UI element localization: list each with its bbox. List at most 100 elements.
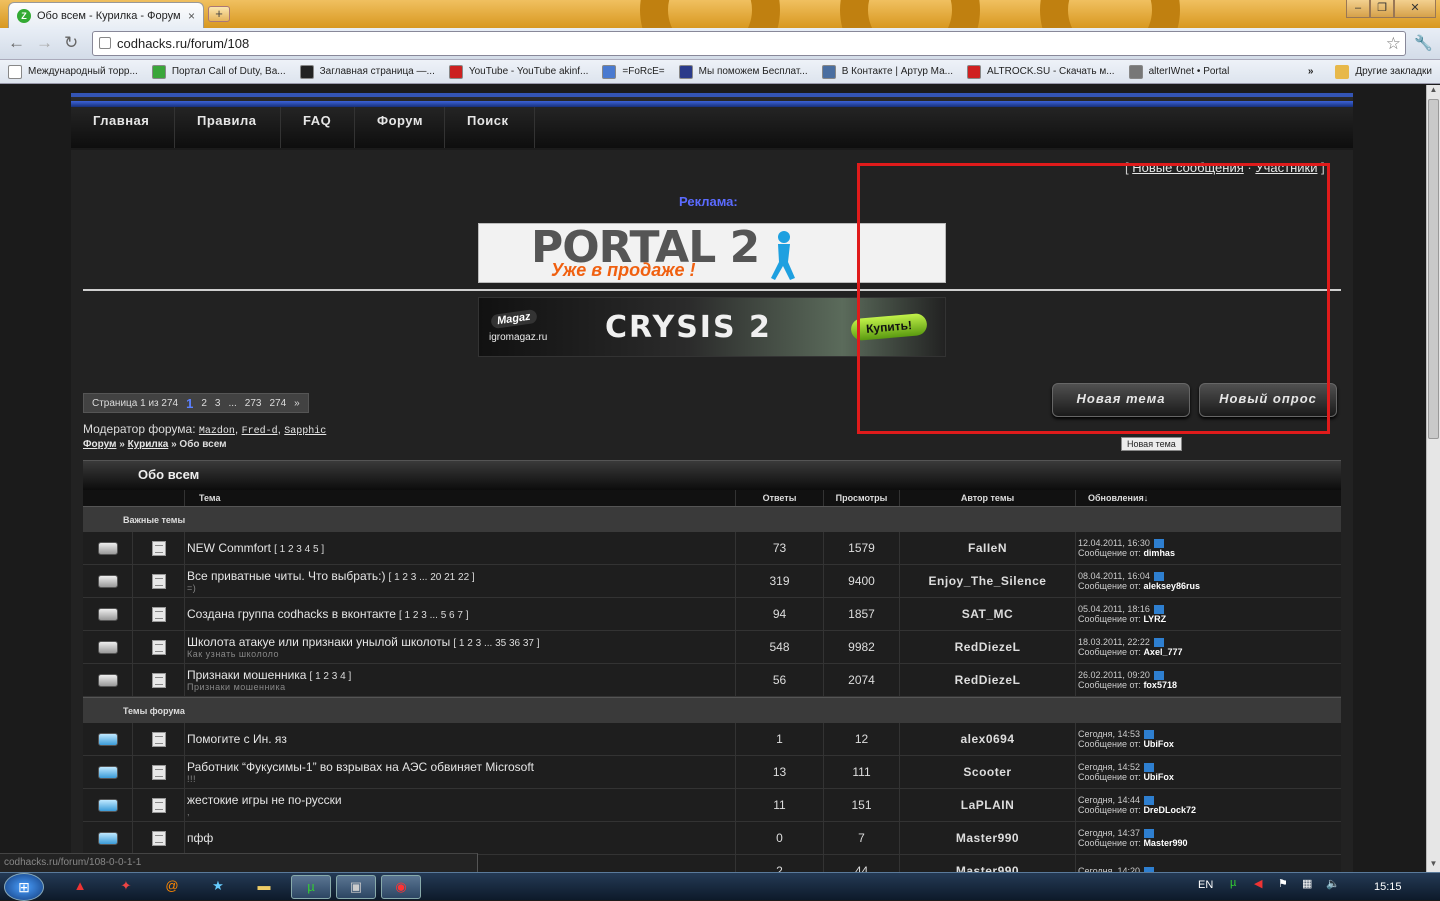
bookmark-item[interactable]: Заглавная страница —... [299,64,435,79]
update-author-name[interactable]: DreDLock72 [1143,805,1196,815]
network-icon[interactable]: ▦ [1302,877,1312,890]
update-author-name[interactable]: Master990 [1143,838,1187,848]
author-name[interactable]: LaPLAIN [900,789,1076,821]
forward-icon[interactable]: → [36,34,53,52]
page-next[interactable]: » [294,398,300,409]
bookmark-item[interactable]: alterIWnet • Portal [1128,64,1229,79]
maximize-button[interactable]: ❐ [1370,0,1394,18]
bookmark-item[interactable]: Мы поможем Бесплат... [678,64,808,79]
table-row[interactable]: Создана группа codhacks в вконтакте [ 1 … [83,598,1341,631]
goto-last-post-icon[interactable] [1153,605,1164,615]
tray-icon[interactable]: ◀ [1254,877,1262,890]
topic-pages[interactable]: [ 1 2 3 4 5 ] [274,544,324,555]
page-link[interactable]: 2 [201,398,207,409]
table-row[interactable]: пфф 0 7 Master990 Сегодня, 14:37 Сообщение от… [83,822,1341,855]
header-replies[interactable]: Ответы [736,490,824,506]
table-row[interactable]: Работник “Фукусимы-1” во взрывах на АЭС … [83,756,1341,789]
nav-faq[interactable]: FAQ [281,107,355,148]
start-button[interactable]: ⊞ [4,873,44,901]
author-name[interactable]: Master990 [900,822,1076,854]
goto-last-post-icon[interactable] [1144,763,1155,773]
goto-last-post-icon[interactable] [1153,671,1164,681]
author-name[interactable]: FaIIeN [900,532,1076,564]
table-row[interactable]: Школота атакуе или признаки унылой школо… [83,631,1341,664]
flag-icon[interactable]: ⚑ [1278,877,1288,890]
tab-close-icon[interactable]: × [188,9,195,23]
moderator-link[interactable]: Sapphic [284,426,326,437]
topic-pages[interactable]: [ 1 2 3 4 ] [310,671,352,682]
app-window-icon[interactable]: ▣ [336,875,376,899]
goto-last-post-icon[interactable] [1144,730,1155,740]
topic-title-link[interactable]: Все приватные читы. Что выбрать:) [187,569,385,583]
author-name[interactable]: Master990 [900,855,1076,872]
page-link[interactable]: 3 [215,398,221,409]
page-link[interactable]: 274 [269,398,286,409]
topic-title-link[interactable]: Создана группа codhacks в вконтакте [187,607,396,621]
mail-icon[interactable]: @ [152,875,192,899]
bookmark-item[interactable]: =FoRcE= [602,64,665,79]
author-name[interactable]: Enjoy_The_Silence [900,565,1076,597]
close-window-button[interactable]: ✕ [1394,0,1436,18]
header-views[interactable]: Просмотры [824,490,900,506]
bookmark-star-icon[interactable]: ☆ [1386,32,1401,55]
topic-title-link[interactable]: Признаки мошенника [187,668,306,682]
topic-title-link[interactable]: Школота атакуе или признаки унылой школо… [187,635,450,649]
update-author-name[interactable]: Axel_777 [1143,647,1182,657]
topic-title-link[interactable]: Работник “Фукусимы-1” во взрывах на АЭС … [187,760,534,774]
nav-search[interactable]: Поиск [445,107,535,148]
bookmark-item[interactable]: Портал Call of Duty, Ba... [151,64,286,79]
bookmark-item[interactable]: В Контакте | Артур Ма... [821,64,953,79]
folder-icon[interactable]: ▬ [244,875,284,899]
goto-last-post-icon[interactable] [1153,539,1164,549]
new-tab-button[interactable]: + [208,6,230,22]
breadcrumb-section[interactable]: Курилка [128,439,169,450]
back-icon[interactable]: ← [8,34,25,52]
bookmarks-more-icon[interactable]: » [1308,66,1314,77]
author-name[interactable]: RedDiezeL [900,631,1076,663]
topic-title-link[interactable]: Помогите с Ин. яз [187,732,287,746]
scroll-thumb[interactable] [1428,99,1439,439]
table-row[interactable]: жестокие игры не по-русски, 11 151 LaPLAIN С… [83,789,1341,822]
bookmark-item[interactable]: Международный торр... [8,64,138,79]
moderator-link[interactable]: Mazdon [199,426,235,437]
nav-rules[interactable]: Правила [175,107,281,148]
author-name[interactable]: Scooter [900,756,1076,788]
browser-tab[interactable]: Z Обо всем - Курилка - Форум × [8,2,204,28]
acrobat-icon[interactable]: ▲ [60,875,100,899]
update-author-name[interactable]: dimhas [1143,548,1175,558]
chrome-icon[interactable]: ◉ [381,875,421,899]
address-bar[interactable]: codhacks.ru/forum/108 ☆ [92,31,1406,56]
topic-title-link[interactable]: пфф [187,831,213,845]
update-author-name[interactable]: UbiFox [1143,772,1174,782]
table-row[interactable]: Признаки мошенника [ 1 2 3 4 ] Признаки м… [83,664,1341,697]
wrench-icon[interactable]: 🔧 [1414,34,1433,52]
goto-last-post-icon[interactable] [1144,829,1155,839]
utorrent-tray-icon[interactable]: µ [1230,877,1236,889]
moderator-link[interactable]: Fred-d [242,426,278,437]
bookmark-item[interactable]: ALTROCK.SU - Скачать м... [967,64,1115,79]
app-icon[interactable]: ★ [198,875,238,899]
header-topic[interactable]: Тема [185,490,736,506]
topic-title-link[interactable]: NEW Commfort [187,541,271,555]
vertical-scrollbar[interactable]: ▲ ▼ [1426,85,1440,872]
breadcrumb-forum[interactable]: Форум [83,439,116,450]
topic-pages[interactable]: [ 1 2 3 ... 5 6 7 ] [399,610,469,621]
reload-icon[interactable]: ↻ [64,34,78,52]
topic-pages[interactable]: [ 1 2 3 ... 35 36 37 ] [453,638,539,649]
goto-last-post-icon[interactable] [1144,796,1155,806]
language-indicator[interactable]: EN [1198,879,1213,891]
scroll-up-icon[interactable]: ▲ [1427,85,1440,98]
utorrent-icon[interactable]: µ [291,875,331,899]
other-bookmarks[interactable]: Другие закладки [1335,64,1432,79]
topic-pages[interactable]: [ 1 2 3 ... 20 21 22 ] [389,572,475,583]
author-name[interactable]: RedDiezeL [900,664,1076,696]
bookmark-item[interactable]: YouTube - YouTube akinf... [448,64,588,79]
table-row[interactable]: Все приватные читы. Что выбрать:) [ 1 2 … [83,565,1341,598]
goto-last-post-icon[interactable] [1153,638,1164,648]
nav-forum[interactable]: Форум [355,107,445,148]
update-author-name[interactable]: fox5718 [1143,680,1177,690]
table-row[interactable]: NEW Commfort [ 1 2 3 4 5 ] 73 1579 FaIIeN 12… [83,532,1341,565]
author-name[interactable]: alex0694 [900,723,1076,755]
minimize-button[interactable]: – [1346,0,1370,18]
nav-home[interactable]: Главная [71,107,175,148]
